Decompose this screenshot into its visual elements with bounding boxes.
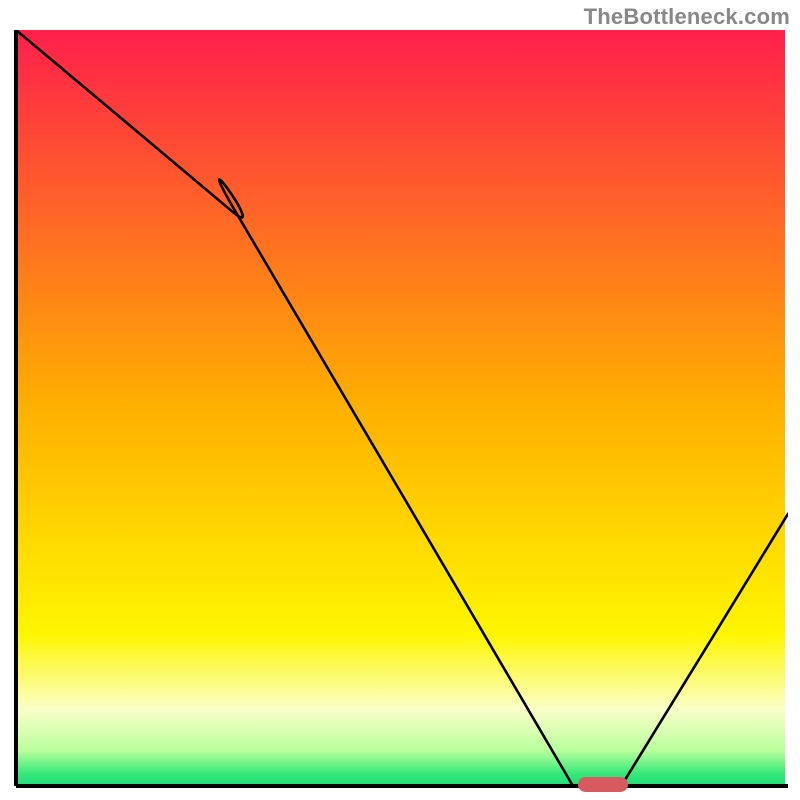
watermark-label: TheBottleneck.com [584,4,790,30]
chart-container: TheBottleneck.com [0,0,800,800]
plot-area [14,30,788,788]
optimal-range-marker [578,777,628,792]
bottleneck-curve [16,30,788,788]
chart-svg [14,30,788,788]
